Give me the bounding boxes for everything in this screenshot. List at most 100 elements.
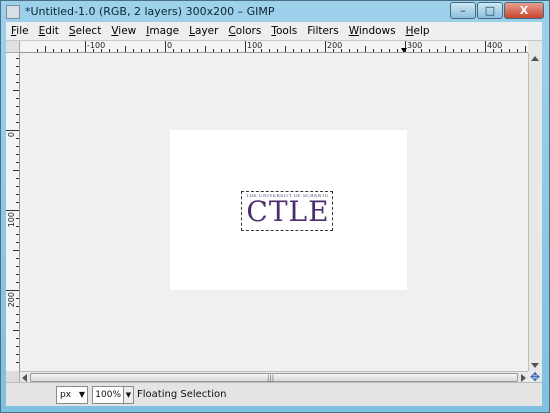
gimp-app-icon [6,5,20,19]
menu-label: elect [75,25,102,37]
zoom-field[interactable]: 100% [92,386,124,404]
ruler-tick [16,234,19,235]
ruler-tick [117,49,118,52]
menu-colors[interactable]: Colors [223,25,266,37]
menu-mnemonic: H [405,25,414,37]
scroll-left-icon[interactable] [22,374,27,382]
ruler-tick [16,82,19,83]
horizontal-scroll-thumb[interactable]: ||| [30,373,518,382]
ruler-tick [309,49,310,52]
menu-image[interactable]: Image [141,25,184,37]
menu-bar: File Edit Select View Image Layer Colors Tools F… [6,22,542,40]
menu-layer[interactable]: Layer [184,25,223,37]
menu-label: indows [358,25,396,37]
ruler-label: 400 [487,41,503,50]
ruler-tick [16,354,19,355]
ruler-tick [213,49,214,52]
ruler-tick [181,49,182,52]
ruler-tick [485,41,486,52]
menu-tools[interactable]: Tools [266,25,302,37]
menu-edit[interactable]: Edit [34,25,64,37]
ruler-tick [221,49,222,52]
ruler-tick [165,41,166,52]
ruler-tick [53,49,54,52]
scroll-up-icon[interactable] [531,56,539,61]
ruler-tick [397,49,398,52]
image-window-area: -100 0 100 200 300 400 0 100 200 THE UNIVERSITY… [6,40,542,383]
ruler-tick [429,49,430,52]
menu-label: ayer [195,25,219,37]
ruler-label: -100 [87,41,106,50]
menu-label: ools [276,25,298,37]
ruler-tick [16,306,19,307]
unit-value: px [60,390,72,400]
ruler-tick [277,49,278,52]
ruler-tick [125,46,126,52]
ruler-tick [16,114,19,115]
close-button[interactable]: X [504,2,544,19]
ruler-tick [16,314,19,315]
ruler-tick [16,258,19,259]
vertical-ruler[interactable]: 0 100 200 [6,53,20,371]
vertical-scrollbar[interactable] [528,53,542,371]
ruler-tick [229,49,230,52]
ruler-tick [6,130,19,131]
scroll-right-icon[interactable] [521,374,526,382]
ruler-tick [16,274,19,275]
title-bar: *Untitled-1.0 (RGB, 2 layers) 300x200 – … [1,1,549,23]
ruler-tick [16,58,19,59]
ruler-tick [173,49,174,52]
menu-help[interactable]: Help [401,25,435,37]
ruler-corner-button[interactable] [6,41,20,53]
menu-label: ile [16,25,29,37]
ruler-label: 300 [407,41,423,50]
ruler-tick [453,49,454,52]
scroll-down-icon[interactable] [531,363,539,368]
minimize-button[interactable]: – [450,2,476,19]
ruler-tick [16,242,19,243]
ruler-tick [13,170,19,171]
ruler-tick [237,49,238,52]
window-title: *Untitled-1.0 (RGB, 2 layers) 300x200 – … [25,5,275,18]
ruler-tick [16,106,19,107]
menu-label: mage [149,25,180,37]
ruler-tick [189,49,190,52]
ruler-tick [16,98,19,99]
maximize-button[interactable]: □ [477,2,503,19]
horizontal-ruler[interactable]: -100 0 100 200 300 400 [20,41,528,53]
ruler-tick [149,49,150,52]
ruler-tick [16,154,19,155]
ruler-tick [16,322,19,323]
ruler-tick [325,41,326,52]
ruler-tick [16,346,19,347]
ruler-tick [16,162,19,163]
canvas-area[interactable]: THE UNIVERSITY OF SCRANTON CTLE [20,53,528,371]
ruler-tick [16,338,19,339]
status-bar: px ▼ 100% ▼ Floating Selection [6,382,542,406]
menu-windows[interactable]: Windows [344,25,401,37]
ruler-tick [16,178,19,179]
floating-selection[interactable]: THE UNIVERSITY OF SCRANTON CTLE [241,191,333,231]
window-controls: – □ X [450,2,544,19]
menu-view[interactable]: View [106,25,141,37]
ruler-tick [16,194,19,195]
ruler-tick [61,49,62,52]
ruler-tick [157,49,158,52]
ruler-label: 100 [7,212,16,228]
ruler-label: 0 [7,132,16,138]
ruler-tick [373,49,374,52]
ruler-tick [16,186,19,187]
menu-mnemonic: W [348,25,359,37]
ruler-tick [69,49,70,52]
ruler-tick [469,49,470,52]
ruler-tick [13,330,19,331]
menu-select[interactable]: Select [64,25,106,37]
menu-mnemonic: S [68,25,76,37]
ruler-tick [6,290,19,291]
menu-file[interactable]: File [6,25,34,37]
ruler-tick [317,49,318,52]
menu-filters[interactable]: Filters [302,25,343,37]
unit-select[interactable]: px ▼ [56,386,88,404]
ruler-tick [16,202,19,203]
zoom-dropdown-icon[interactable]: ▼ [124,386,134,404]
